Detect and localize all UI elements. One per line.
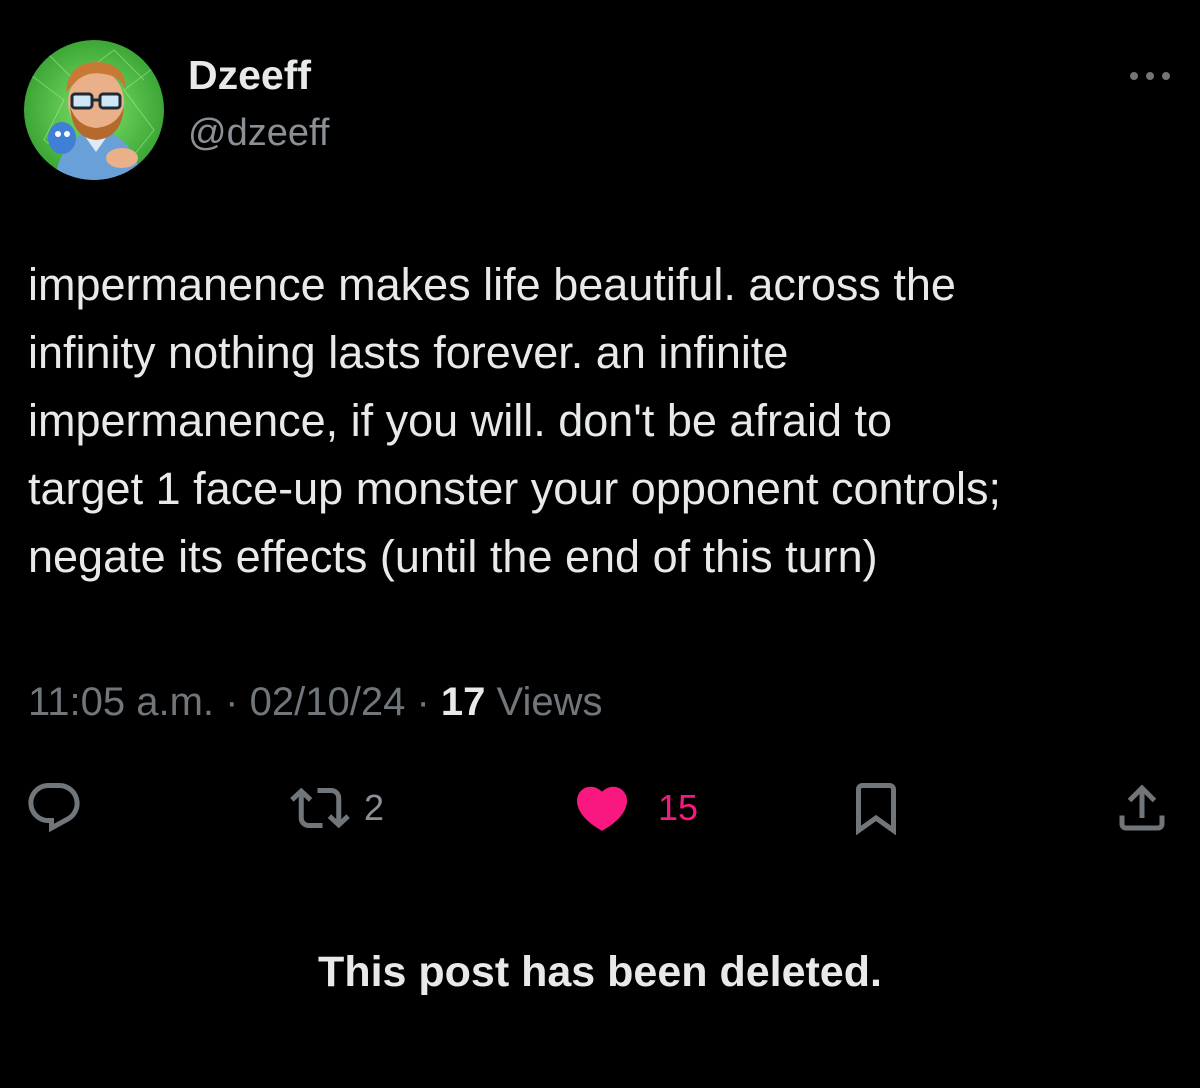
views-label: Views bbox=[496, 680, 603, 724]
post-time[interactable]: 11:05 a.m. bbox=[28, 680, 214, 724]
post-text-line: negate its effects (until the end of thi… bbox=[28, 531, 878, 582]
more-options-button[interactable] bbox=[1120, 58, 1180, 94]
post-meta: 11:05 a.m. · 02/10/24 · 17 Views bbox=[28, 680, 603, 725]
post-date[interactable]: 02/10/24 bbox=[250, 680, 406, 724]
share-icon bbox=[1119, 784, 1165, 831]
meta-separator: · bbox=[416, 680, 430, 724]
author-display-name[interactable]: Dzeeff bbox=[188, 52, 311, 99]
share-button[interactable] bbox=[1112, 770, 1172, 846]
post-text-line: infinity nothing lasts forever. an infin… bbox=[28, 327, 789, 378]
deleted-notice: This post has been deleted. bbox=[318, 948, 882, 996]
repost-icon bbox=[290, 787, 350, 829]
action-bar: 2 15 bbox=[0, 770, 1200, 846]
bookmark-icon bbox=[856, 783, 896, 836]
reply-icon bbox=[28, 783, 80, 833]
post-text: impermanence makes life beautiful. acros… bbox=[28, 251, 1178, 591]
reply-button[interactable] bbox=[24, 770, 84, 846]
post-card: Dzeeff @dzeeff impermanence makes life b… bbox=[0, 0, 1200, 1088]
meta-separator: · bbox=[225, 680, 239, 724]
author-handle[interactable]: @dzeeff bbox=[188, 112, 329, 155]
like-count: 15 bbox=[658, 787, 699, 828]
post-text-line: target 1 face-up monster your opponent c… bbox=[28, 463, 1002, 514]
bookmark-button[interactable] bbox=[846, 770, 906, 846]
repost-count: 2 bbox=[364, 787, 385, 828]
post-text-line: impermanence makes life beautiful. acros… bbox=[28, 259, 956, 310]
more-horizontal-icon bbox=[1130, 72, 1170, 80]
avatar[interactable] bbox=[24, 40, 164, 180]
like-button[interactable]: 15 bbox=[572, 770, 698, 846]
avatar-illustration-icon bbox=[24, 40, 164, 180]
views-count: 17 bbox=[440, 680, 486, 724]
repost-button[interactable]: 2 bbox=[290, 770, 384, 846]
post-text-line: impermanence, if you will. don't be afra… bbox=[28, 395, 893, 446]
heart-icon bbox=[576, 786, 628, 831]
